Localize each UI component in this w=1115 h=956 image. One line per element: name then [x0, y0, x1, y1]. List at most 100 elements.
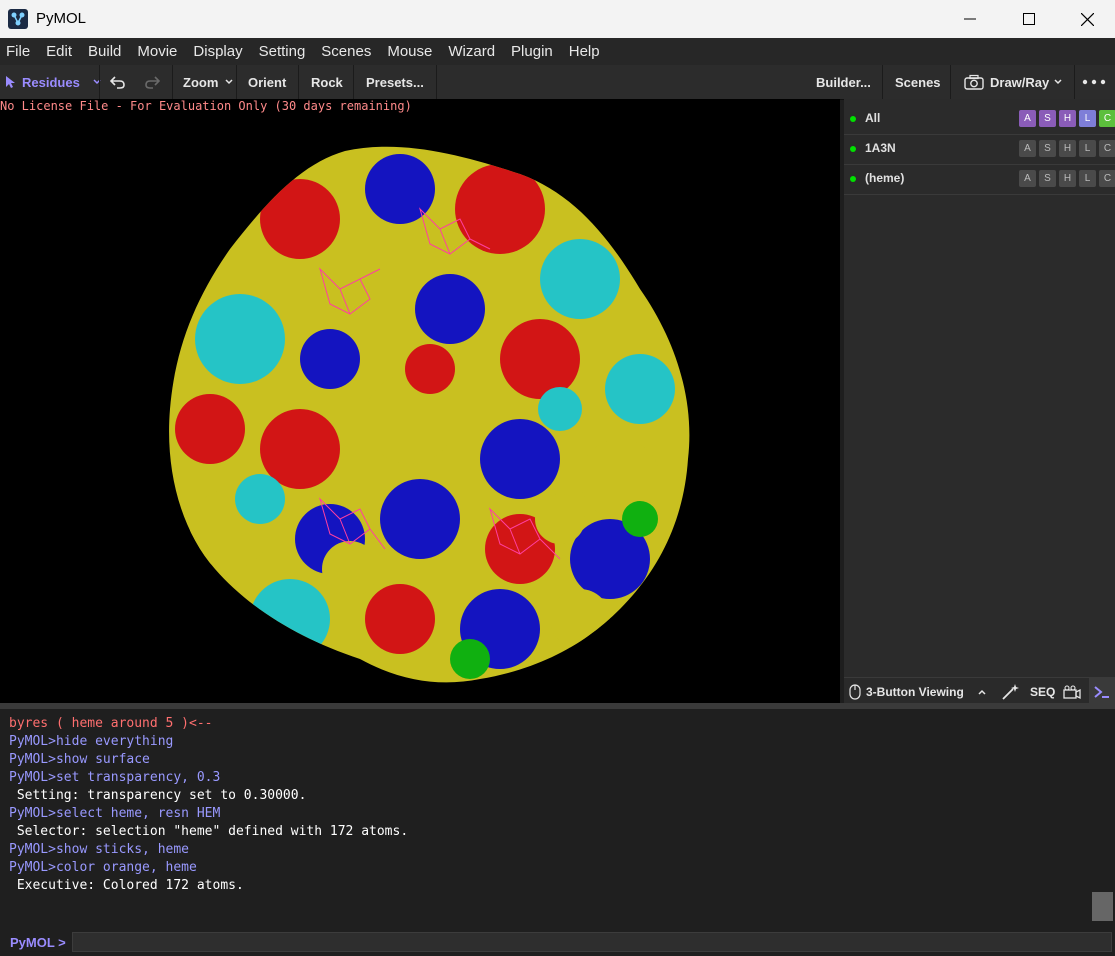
scenes-button[interactable]: Scenes: [895, 65, 941, 99]
builder-button[interactable]: Builder...: [816, 65, 871, 99]
scenes-label: Scenes: [895, 74, 941, 90]
toolbar-divider: [436, 65, 437, 99]
enabled-indicator: [850, 146, 856, 152]
mouse-mode-button[interactable]: 3-Button Viewing: [849, 678, 987, 705]
close-icon: [1080, 12, 1094, 26]
undo-button[interactable]: [110, 65, 126, 99]
menu-edit[interactable]: Edit: [40, 43, 78, 60]
console-line: PyMOL>color orange, heme: [9, 860, 197, 875]
zoom-label: Zoom: [183, 74, 219, 90]
show-button[interactable]: S: [1039, 170, 1056, 187]
console-line: PyMOL>show sticks, heme: [9, 842, 190, 857]
maximize-icon: [1023, 13, 1035, 25]
close-button[interactable]: [1058, 0, 1115, 38]
orient-button[interactable]: Orient: [248, 65, 286, 99]
seq-label: SEQ: [1030, 684, 1056, 699]
object-row-heme[interactable]: (heme) A S H L C: [844, 164, 1115, 195]
console-line: Executive: Colored 172 atoms.: [9, 878, 244, 893]
menu-build[interactable]: Build: [82, 43, 127, 60]
menu-scenes[interactable]: Scenes: [315, 43, 377, 60]
menu-wizard[interactable]: Wizard: [442, 43, 501, 60]
molecular-viewport[interactable]: No License File - For Evaluation Only (3…: [0, 99, 840, 703]
color-button[interactable]: C: [1099, 140, 1115, 157]
show-button[interactable]: S: [1039, 140, 1056, 157]
prompt-label: PyMOL >: [10, 935, 66, 950]
command-line-button[interactable]: [1089, 678, 1115, 705]
selection-mode-label: Residues: [22, 74, 80, 90]
zoom-dropdown[interactable]: Zoom: [183, 65, 234, 99]
menu-movie[interactable]: Movie: [131, 43, 183, 60]
chevron-down-icon: [225, 79, 233, 85]
menu-help[interactable]: Help: [563, 43, 606, 60]
cursor-arrow-icon: [6, 76, 15, 88]
object-row-all[interactable]: All A S H L C: [844, 104, 1115, 135]
seq-button[interactable]: SEQ: [1030, 678, 1055, 705]
console-line: PyMOL>show surface: [9, 752, 150, 767]
presets-button[interactable]: Presets...: [366, 65, 424, 99]
console-line: PyMOL>set transparency, 0.3: [9, 770, 221, 785]
toolbar-divider: [882, 65, 883, 99]
command-prompt: PyMOL >: [0, 929, 1115, 956]
object-name: 1A3N: [865, 141, 896, 155]
toolbar-divider: [99, 65, 100, 99]
action-button[interactable]: A: [1019, 110, 1036, 127]
toolbar-divider: [298, 65, 299, 99]
hide-button[interactable]: H: [1059, 110, 1076, 127]
rock-button[interactable]: Rock: [311, 65, 343, 99]
hide-button[interactable]: H: [1059, 140, 1076, 157]
movie-camera-icon: [1063, 684, 1081, 699]
label-button[interactable]: L: [1079, 170, 1096, 187]
object-name: (heme): [865, 171, 905, 185]
console-line: Selector: selection "heme" defined with …: [9, 824, 409, 839]
command-input[interactable]: [72, 932, 1112, 952]
title-bar: PyMOL: [0, 0, 1115, 38]
console-line: Setting: transparency set to 0.30000.: [9, 788, 307, 803]
camera-icon: [964, 74, 984, 90]
protein-surface-render: [169, 146, 690, 683]
enabled-indicator: [850, 116, 856, 122]
show-button[interactable]: S: [1039, 110, 1056, 127]
menu-plugin[interactable]: Plugin: [505, 43, 559, 60]
wizard-button[interactable]: [1000, 678, 1020, 705]
menu-display[interactable]: Display: [187, 43, 248, 60]
minimize-button[interactable]: [941, 0, 999, 38]
object-panel: All A S H L C 1A3N A S H L C (heme) A S …: [844, 99, 1115, 677]
toolbar: Residues Zoom Orient Rock Presets... Bui…: [0, 65, 1115, 100]
menu-mouse[interactable]: Mouse: [381, 43, 438, 60]
color-button[interactable]: C: [1099, 170, 1115, 187]
panel-bottom-bar: 3-Button Viewing SEQ: [844, 677, 1115, 705]
toolbar-divider: [1074, 65, 1075, 99]
menu-setting[interactable]: Setting: [253, 43, 312, 60]
minimize-icon: [964, 18, 976, 20]
menu-bar: File Edit Build Movie Display Setting Sc…: [0, 38, 1115, 65]
selection-mode-dropdown[interactable]: Residues: [4, 65, 102, 99]
toolbar-divider: [950, 65, 951, 99]
presets-label: Presets...: [366, 74, 424, 90]
more-options-button[interactable]: [1082, 65, 1106, 99]
maximize-button[interactable]: [1000, 0, 1058, 38]
object-name: All: [865, 111, 881, 125]
window-title: PyMOL: [36, 10, 87, 27]
toolbar-divider: [172, 65, 173, 99]
color-button[interactable]: C: [1099, 110, 1115, 127]
chevron-down-icon: [93, 79, 101, 85]
label-button[interactable]: L: [1079, 140, 1096, 157]
console-line: PyMOL>select heme, resn HEM: [9, 806, 221, 821]
enabled-indicator: [850, 176, 856, 182]
orient-label: Orient: [248, 74, 287, 90]
action-button[interactable]: A: [1019, 140, 1036, 157]
hide-button[interactable]: H: [1059, 170, 1076, 187]
movie-button[interactable]: [1062, 678, 1082, 705]
terminal-icon: [1094, 685, 1109, 698]
console-output: byres ( heme around 5 )<-- PyMOL>hide ev…: [0, 709, 1115, 929]
redo-button[interactable]: [144, 65, 160, 99]
action-button[interactable]: A: [1019, 170, 1036, 187]
console-scrollbar[interactable]: [1092, 892, 1113, 921]
magic-wand-icon: [1002, 683, 1019, 700]
draw-ray-dropdown[interactable]: Draw/Ray: [964, 65, 1063, 99]
menu-file[interactable]: File: [0, 43, 36, 60]
builder-label: Builder...: [816, 74, 871, 90]
object-row-1a3n[interactable]: 1A3N A S H L C: [844, 134, 1115, 165]
label-button[interactable]: L: [1079, 110, 1096, 127]
console-line: PyMOL>hide everything: [9, 734, 174, 749]
